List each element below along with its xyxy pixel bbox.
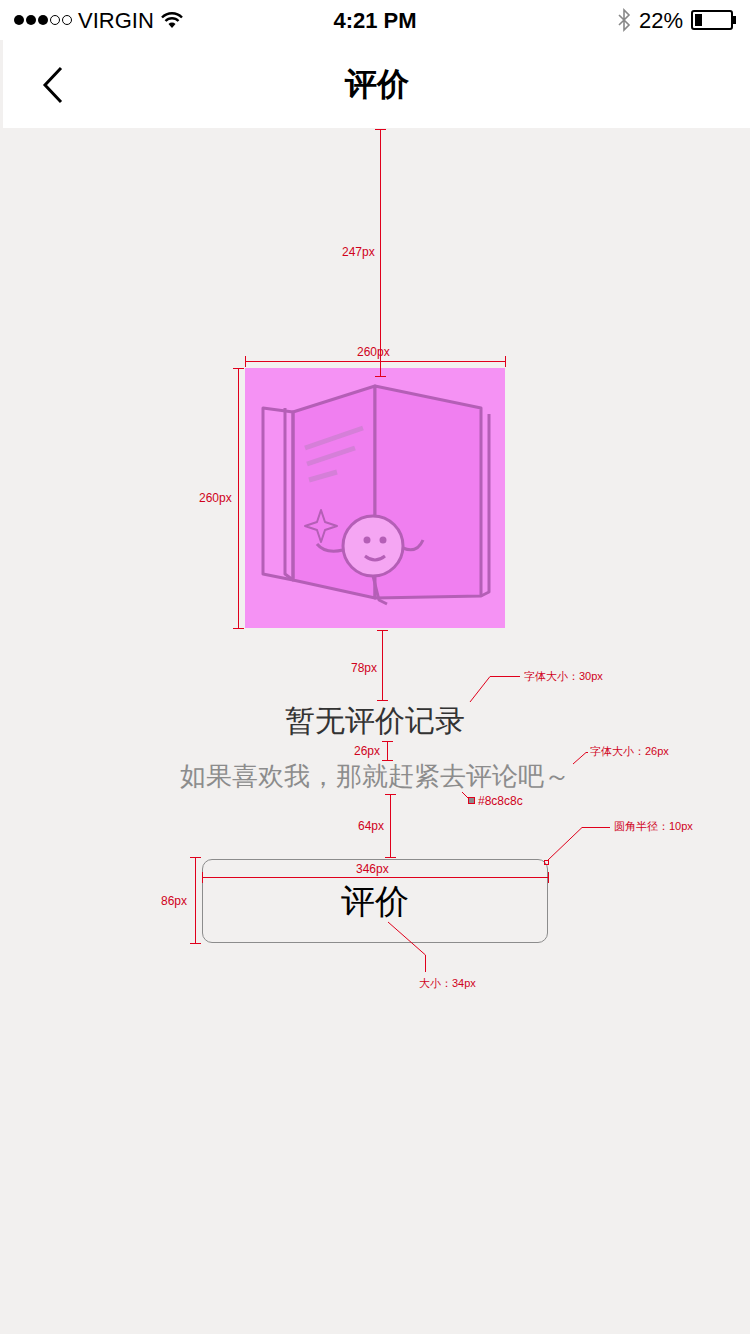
empty-subtitle: 如果喜欢我，那就赶紧去评论吧～: [180, 760, 570, 792]
battery-percent: 22%: [639, 4, 683, 37]
annotation-label: 圆角半径：10px: [614, 820, 693, 833]
battery-icon: [691, 10, 736, 30]
annotation-label: 字体大小：26px: [590, 745, 669, 758]
annotation-lines-icon: [0, 0, 750, 1334]
wifi-icon: [160, 11, 184, 29]
annotation-label: 247px: [342, 245, 375, 259]
book-coin-icon: [245, 368, 505, 628]
clock: 4:21 PM: [255, 4, 496, 37]
carrier: VIRGIN: [78, 4, 154, 37]
empty-state: 暂无评价记录 如果喜欢我，那就赶紧去评论吧～ 评价: [0, 128, 750, 943]
annotation-label: 字体大小：30px: [524, 670, 603, 683]
annotation-layer: 247px 260px 260px 78px 字体大小：30px 26px 字体…: [0, 0, 750, 1334]
battery-track: [691, 10, 733, 30]
annotation-label: 86px: [161, 894, 187, 908]
annotation-label: 26px: [354, 744, 380, 758]
annotation-label: #8c8c8c: [478, 794, 523, 808]
empty-illustration: [245, 368, 505, 628]
signal-dot: [62, 15, 72, 25]
review-button[interactable]: 评价: [202, 859, 548, 943]
annotation-label: 346px: [356, 862, 389, 876]
battery-fill: [695, 14, 702, 26]
annotation-label: 78px: [351, 661, 377, 675]
bluetooth-icon: [617, 8, 631, 32]
status-bar: VIRGIN 4:21 PM 22%: [0, 0, 750, 40]
signal-dot: [38, 15, 48, 25]
annotation-label: 64px: [358, 819, 384, 833]
signal-dot: [14, 15, 24, 25]
signal-dot: [50, 15, 60, 25]
back-arrow-icon[interactable]: [41, 66, 67, 104]
signal-dot: [26, 15, 36, 25]
annotation-label: 大小：34px: [419, 977, 476, 990]
annotation-label: 260px: [357, 345, 390, 359]
screen: VIRGIN 4:21 PM 22% 评价: [0, 0, 750, 1334]
nav-bar: 评价: [3, 40, 750, 128]
empty-title: 暂无评价记录: [285, 703, 465, 739]
signal-icon: [14, 15, 72, 25]
annotation-label: 260px: [199, 491, 232, 505]
page-title: 评价: [345, 60, 409, 108]
